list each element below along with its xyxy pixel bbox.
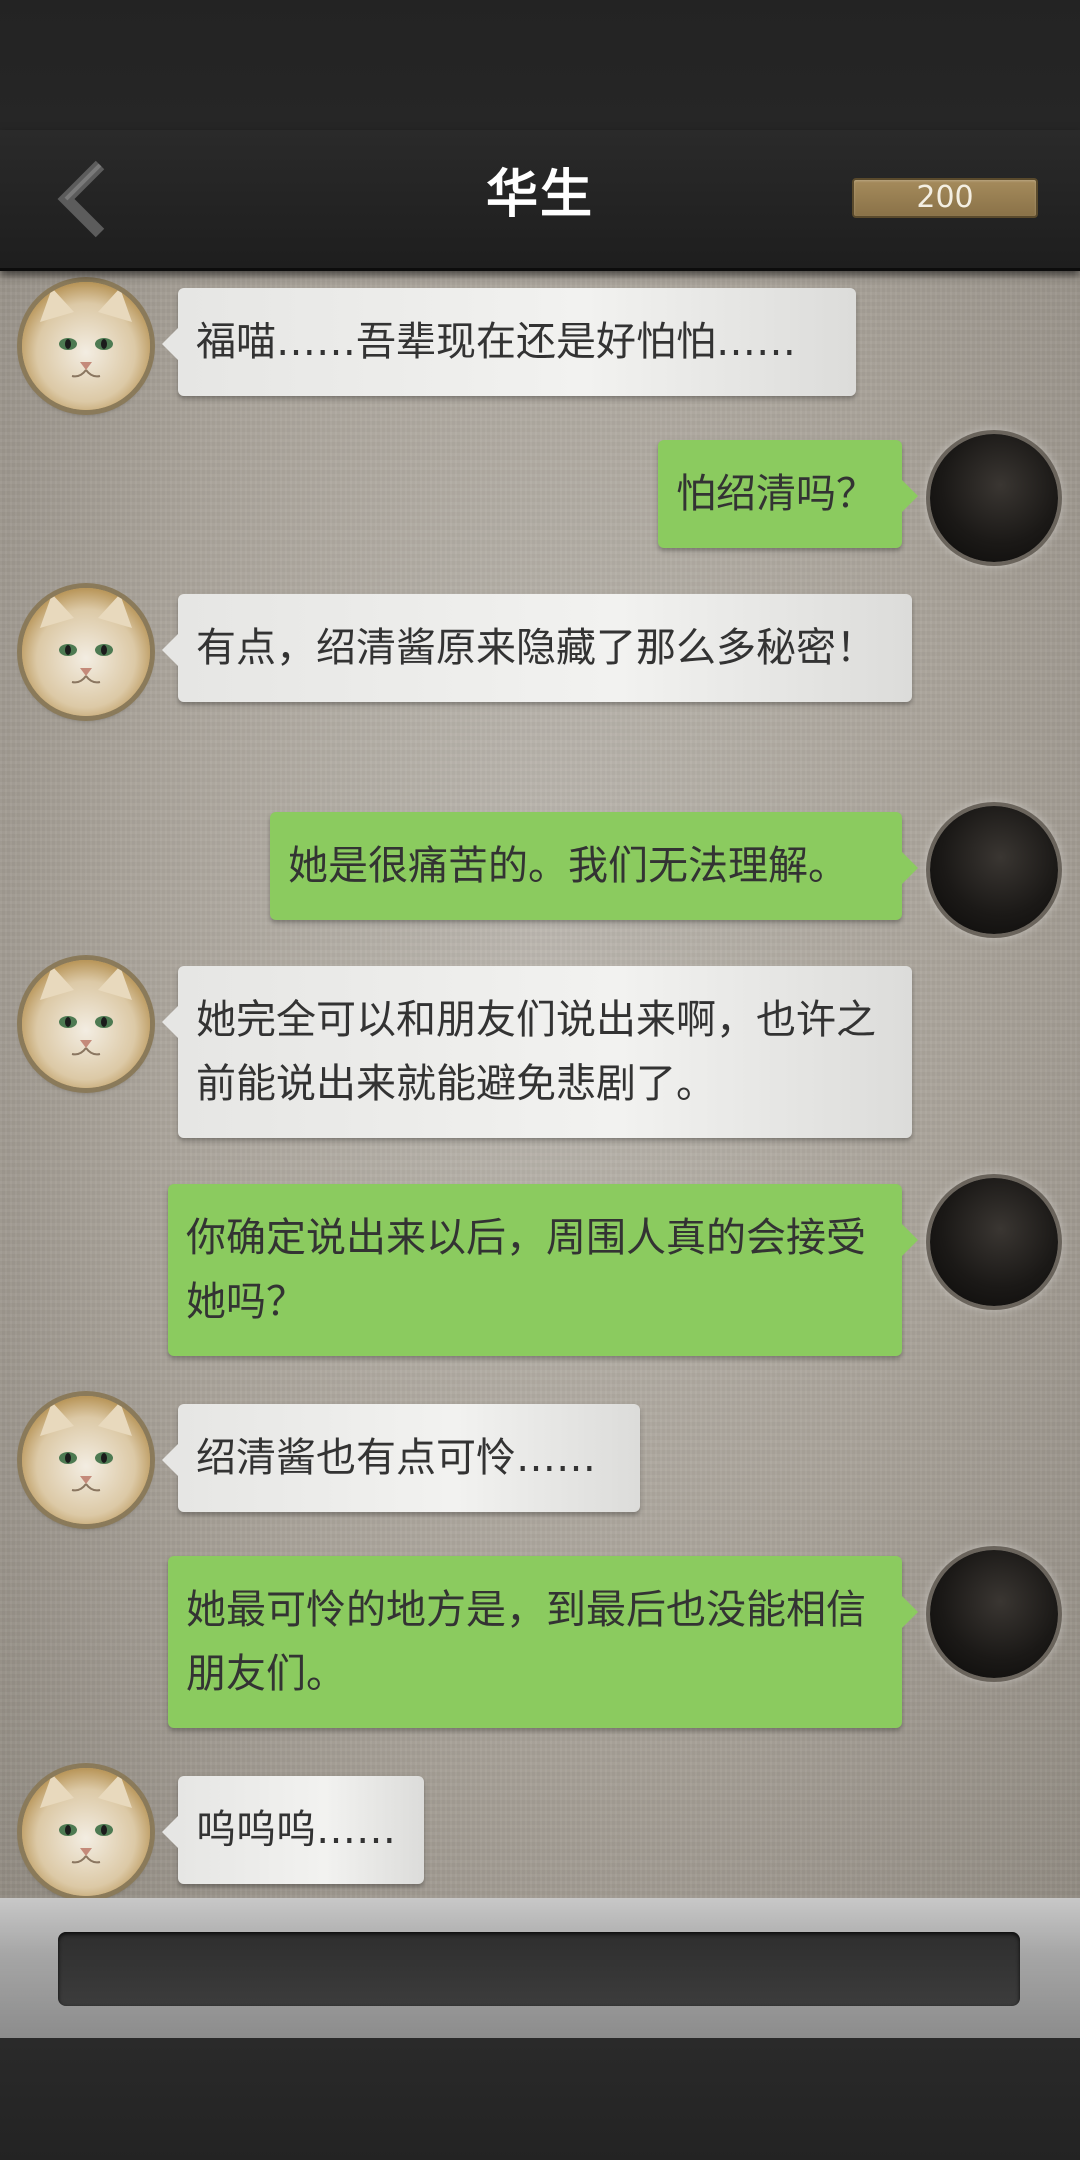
message-bubble: 你确定说出来以后，周围人真的会接受她吗？ — [168, 1184, 918, 1356]
message-bubble: 呜呜呜…… — [162, 1776, 424, 1884]
message-bubble: 她最可怜的地方是，到最后也没能相信朋友们。 — [168, 1556, 918, 1728]
cat-face-icon — [22, 1396, 150, 1524]
cat-face-icon — [22, 960, 150, 1088]
user-avatar[interactable] — [930, 434, 1058, 562]
header-bar: 华生 200 — [0, 130, 1080, 271]
input-bar — [0, 1898, 1080, 2038]
coin-count-badge: 200 — [852, 178, 1038, 218]
cat-face-icon — [22, 588, 150, 716]
user-avatar[interactable] — [930, 1550, 1058, 1678]
cat-face-icon — [22, 1768, 150, 1896]
cat-avatar[interactable] — [22, 960, 150, 1088]
message-bubble: 她是很痛苦的。我们无法理解。 — [270, 812, 918, 920]
user-avatar[interactable] — [930, 1178, 1058, 1306]
message-bubble: 绍清酱也有点可怜…… — [162, 1404, 640, 1512]
user-avatar[interactable] — [930, 806, 1058, 934]
cat-avatar[interactable] — [22, 282, 150, 410]
message-bubble: 福喵……吾辈现在还是好怕怕…… — [162, 288, 856, 396]
bottom-area — [0, 2038, 1080, 2160]
cat-face-icon — [22, 282, 150, 410]
message-input[interactable] — [58, 1932, 1020, 2006]
message-bubble: 有点，绍清酱原来隐藏了那么多秘密！ — [162, 594, 912, 702]
message-bubble: 怕绍清吗？ — [658, 440, 918, 548]
chat-area[interactable]: 福喵……吾辈现在还是好怕怕…… 怕绍清吗？ 有点，绍清酱原来隐藏了那么多秘密！ … — [0, 270, 1080, 1898]
cat-avatar[interactable] — [22, 1768, 150, 1896]
cat-avatar[interactable] — [22, 588, 150, 716]
status-bar — [0, 0, 1080, 130]
message-bubble: 她完全可以和朋友们说出来啊，也许之前能说出来就能避免悲剧了。 — [162, 966, 912, 1138]
cat-avatar[interactable] — [22, 1396, 150, 1524]
